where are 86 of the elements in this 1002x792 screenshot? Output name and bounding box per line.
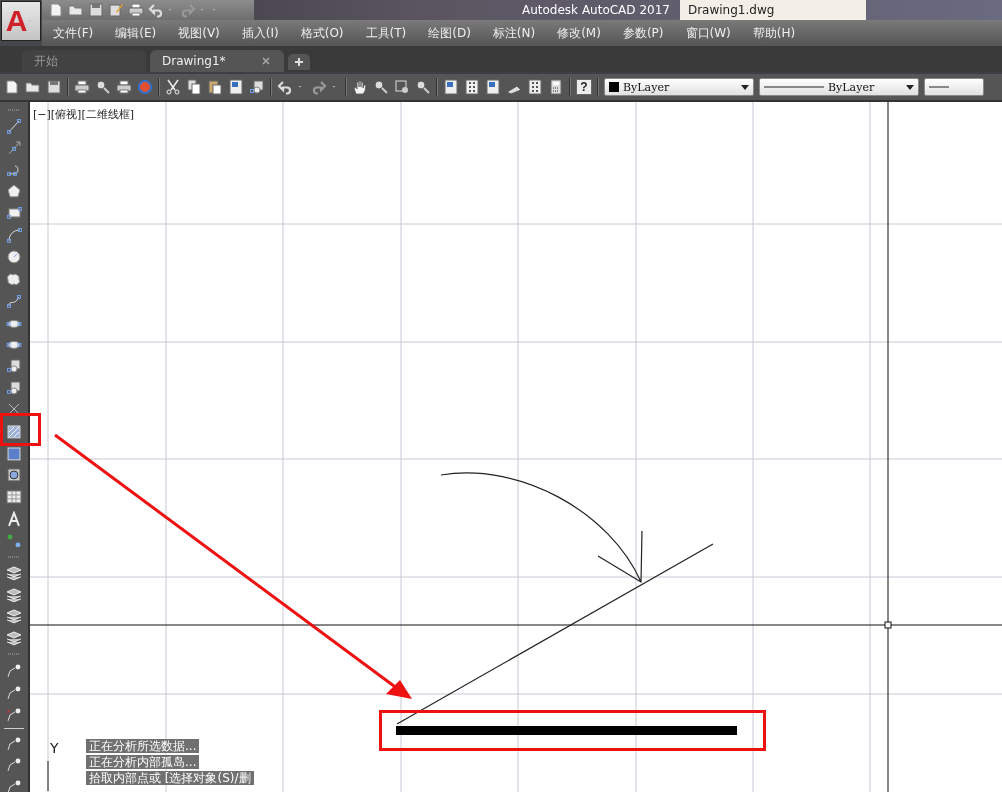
region-icon[interactable] bbox=[6, 467, 22, 484]
command-line-text: 拾取内部点或 [选择对象(S)/删 bbox=[86, 771, 254, 785]
grid-panel-icon[interactable] bbox=[527, 79, 543, 95]
circle-icon[interactable] bbox=[6, 249, 22, 265]
undo-icon[interactable] bbox=[148, 2, 164, 18]
new-file-icon[interactable] bbox=[4, 79, 20, 95]
cut-icon[interactable] bbox=[165, 79, 181, 95]
undo-icon[interactable] bbox=[277, 79, 293, 95]
menu-item[interactable]: 文件(F) bbox=[42, 24, 105, 42]
leader-icon[interactable] bbox=[6, 662, 22, 678]
menu-item[interactable]: 编辑(E) bbox=[104, 24, 168, 42]
ray-icon[interactable] bbox=[6, 139, 22, 156]
hand-icon[interactable] bbox=[352, 79, 368, 95]
grip-handle[interactable] bbox=[6, 652, 22, 657]
save-as-icon[interactable] bbox=[108, 2, 124, 18]
arc-icon[interactable] bbox=[6, 227, 22, 243]
block-icon[interactable] bbox=[6, 380, 22, 396]
document-tab[interactable]: 开始 bbox=[22, 50, 146, 72]
command-line-text: 正在分析内部孤岛... bbox=[86, 755, 200, 769]
text-icon[interactable] bbox=[6, 511, 22, 527]
menu-item[interactable]: 工具(T) bbox=[354, 24, 418, 42]
grid-panel-icon[interactable] bbox=[464, 79, 480, 95]
command-line-text: 正在分析所选数据... bbox=[86, 739, 200, 753]
layers-icon[interactable] bbox=[6, 630, 22, 647]
ucs-axis-icon bbox=[47, 760, 49, 792]
cloud-icon[interactable] bbox=[6, 270, 22, 287]
close-icon[interactable] bbox=[261, 57, 270, 65]
highlight-frame bbox=[0, 413, 41, 446]
zoom-window-icon[interactable] bbox=[394, 79, 410, 95]
document-tab[interactable]: Drawing1* bbox=[150, 50, 284, 72]
app-title: Autodesk AutoCAD 2017 bbox=[522, 3, 670, 17]
grip-handle[interactable] bbox=[6, 108, 22, 112]
menu-item[interactable]: 窗口(W) bbox=[674, 24, 742, 42]
document-title: Drawing1.dwg bbox=[679, 0, 866, 20]
printer-icon[interactable] bbox=[128, 2, 144, 18]
zoom-icon[interactable] bbox=[415, 79, 431, 95]
menu-item[interactable]: 插入(I) bbox=[230, 24, 290, 42]
menu-item[interactable]: 格式(O) bbox=[289, 24, 355, 42]
redo-icon[interactable] bbox=[311, 79, 327, 95]
print-preview-icon[interactable] bbox=[95, 79, 111, 95]
linetype-dropdown[interactable]: ByLayer bbox=[759, 78, 919, 96]
axis-label: Y bbox=[50, 740, 59, 756]
grip-handle[interactable] bbox=[6, 554, 22, 559]
new-file-icon[interactable] bbox=[48, 2, 64, 18]
plus-icon bbox=[294, 57, 304, 67]
copy-icon[interactable] bbox=[186, 79, 202, 95]
layers-icon[interactable] bbox=[6, 564, 22, 581]
layers-icon[interactable] bbox=[6, 608, 22, 625]
block-icon[interactable] bbox=[249, 79, 265, 95]
printer-icon[interactable] bbox=[116, 79, 132, 95]
printer-icon[interactable] bbox=[74, 79, 90, 95]
color-dropdown[interactable]: ByLayer bbox=[604, 78, 754, 96]
open-folder-icon[interactable] bbox=[68, 2, 84, 18]
paste-icon[interactable] bbox=[207, 79, 223, 95]
rectangle-icon[interactable] bbox=[6, 205, 22, 222]
zoom-icon[interactable] bbox=[373, 79, 389, 95]
viewport-label[interactable]: [−][俯视][二维线框] bbox=[33, 107, 134, 122]
menu-item[interactable]: 帮助(H) bbox=[741, 24, 807, 42]
block-icon[interactable] bbox=[6, 358, 22, 375]
table-icon[interactable] bbox=[6, 489, 22, 506]
leader-icon[interactable] bbox=[6, 756, 22, 773]
properties-icon[interactable] bbox=[443, 79, 459, 95]
pentagon-icon[interactable] bbox=[6, 183, 22, 200]
menu-item[interactable]: 参数(P) bbox=[611, 24, 675, 42]
gradient-icon[interactable] bbox=[6, 445, 22, 462]
new-tab-button[interactable] bbox=[288, 54, 310, 70]
calculator-icon[interactable] bbox=[548, 79, 564, 95]
line-sample-icon bbox=[929, 86, 949, 88]
menu-item[interactable]: 视图(V) bbox=[167, 24, 231, 42]
layers-icon[interactable] bbox=[6, 586, 22, 603]
line-icon[interactable] bbox=[6, 117, 22, 134]
leader-icon[interactable] bbox=[6, 778, 22, 792]
open-folder-icon[interactable] bbox=[25, 79, 41, 95]
menu-item[interactable]: 修改(M) bbox=[546, 24, 612, 42]
spline-icon[interactable] bbox=[6, 292, 22, 309]
save-icon[interactable] bbox=[46, 79, 62, 95]
menu-item[interactable]: 绘图(D) bbox=[417, 24, 482, 42]
menu-item[interactable]: 标注(N) bbox=[481, 24, 547, 42]
hatch-icon[interactable] bbox=[6, 423, 22, 440]
lineweight-dropdown[interactable] bbox=[924, 78, 984, 96]
help-button[interactable]: ? bbox=[576, 79, 592, 95]
app-menu-button[interactable]: A bbox=[1, 1, 41, 41]
save-icon[interactable] bbox=[88, 2, 104, 18]
line-sample-icon bbox=[764, 86, 824, 88]
dots-icon[interactable] bbox=[6, 533, 22, 549]
panel-icon[interactable] bbox=[485, 79, 501, 95]
